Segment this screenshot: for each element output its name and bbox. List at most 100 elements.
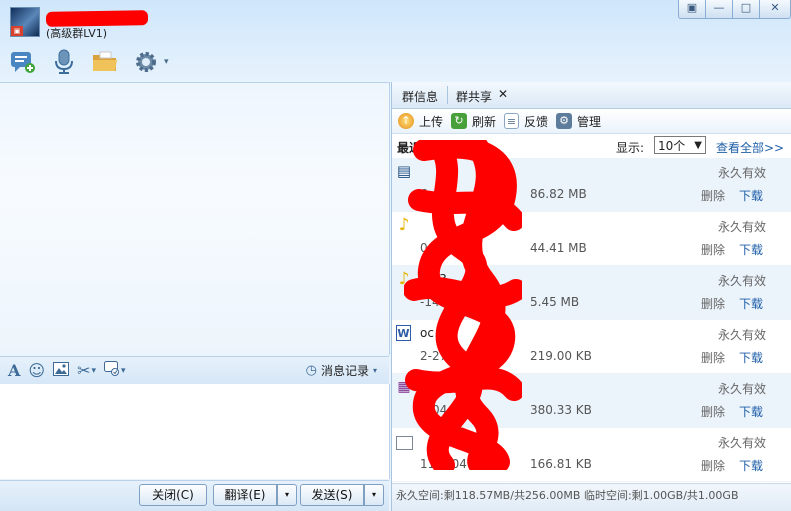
file-meta: 2-27 219.00 KB	[420, 349, 592, 363]
image-icon[interactable]	[53, 361, 70, 380]
file-date: 6	[420, 187, 428, 201]
maximize-button[interactable]: □	[732, 0, 760, 19]
file-size: 166.81 KB	[530, 457, 592, 471]
font-icon[interactable]: A	[8, 361, 20, 380]
delete-link[interactable]: 删除	[701, 295, 725, 312]
delete-link[interactable]: 删除	[701, 403, 725, 420]
display-count-label: 显示:	[616, 141, 645, 155]
upload-icon: ↑	[398, 113, 414, 129]
screen-capture-icon[interactable]	[104, 361, 120, 380]
microphone-icon[interactable]	[47, 47, 81, 77]
display-count-value: 10个	[658, 139, 686, 153]
translate-button[interactable]: 翻译(E)	[213, 484, 277, 506]
gear-icon[interactable]	[129, 47, 163, 77]
file-row[interactable]: ▦ ar 2-04 380.33 KB 永久有效 删除 下载	[392, 374, 791, 428]
close-window-button[interactable]: ✕	[759, 0, 791, 19]
settings-caret-icon[interactable]: ▾	[164, 57, 169, 67]
delete-link[interactable]: 删除	[701, 457, 725, 474]
music-file-icon: ♪	[398, 215, 410, 235]
refresh-icon: ↻	[451, 113, 468, 129]
bottom-action-bar: 关闭(C) 翻译(E) ▾ 发送(S) ▾	[0, 480, 389, 511]
file-date: 2-04	[420, 403, 448, 417]
download-link[interactable]: 下载	[739, 241, 763, 258]
file-meta: 2-04 380.33 KB	[420, 403, 592, 417]
file-name[interactable]: ar	[420, 380, 432, 394]
upload-button[interactable]: ↑ 上传	[398, 113, 443, 130]
scissors-icon[interactable]: ✂	[77, 361, 90, 380]
input-toolbar: A ☺ ✂ ▾ ▾ ◷ 消息记录 ▾	[0, 356, 389, 385]
display-count-select[interactable]: 10个 ▼	[654, 136, 706, 154]
send-button[interactable]: 发送(S)	[300, 484, 364, 506]
chat-add-icon[interactable]	[6, 47, 40, 77]
delete-link[interactable]: 删除	[701, 187, 725, 204]
storage-status-bar: 永久空间:剩118.57MB/共256.00MB 临时空间:剩1.00GB/共1…	[392, 483, 791, 511]
clock-icon: ◷	[305, 363, 317, 378]
download-link[interactable]: 下载	[739, 187, 763, 204]
blank-file-icon	[396, 436, 413, 450]
feedback-button[interactable]: ≡ 反馈	[504, 113, 548, 130]
file-name[interactable]: mp3	[420, 272, 447, 286]
file-size: 219.00 KB	[530, 349, 592, 363]
manage-icon: ⚙	[556, 113, 573, 129]
window-controls: ▣ — □ ✕	[678, 0, 791, 20]
feedback-label: 反馈	[524, 114, 549, 129]
recent-files-title: 最近上传的文件	[397, 141, 482, 155]
file-row[interactable]: ▤ 6 86.82 MB 永久有效 删除 下载	[392, 158, 791, 212]
file-size: 44.41 MB	[530, 241, 587, 255]
message-display-area[interactable]	[0, 82, 390, 355]
close-button[interactable]: 关闭(C)	[139, 484, 207, 506]
history-caret-icon: ▾	[372, 366, 377, 375]
file-meta: -14 5.45 MB	[420, 295, 579, 309]
file-validity: 永久有效	[717, 274, 766, 288]
manage-button[interactable]: ⚙ 管理	[556, 113, 601, 130]
file-date: 06	[420, 241, 436, 255]
scissors-caret-icon[interactable]: ▾	[92, 366, 97, 376]
file-row[interactable]: W oc 2-27 219.00 KB 永久有效 删除 下载	[392, 320, 791, 374]
rar-file-icon: ▦	[397, 379, 411, 395]
send-dropdown-button[interactable]: ▾	[364, 484, 384, 506]
tab-divider	[447, 86, 448, 104]
file-date: 11-2-04	[420, 457, 467, 471]
file-validity: 永久有效	[717, 220, 766, 234]
download-link[interactable]: 下载	[739, 403, 763, 420]
group-avatar[interactable]: ▣	[10, 7, 40, 37]
file-validity: 永久有效	[717, 166, 766, 180]
file-row[interactable]: ♪ 06 44.41 MB 永久有效 删除 下载	[392, 212, 791, 266]
delete-link[interactable]: 删除	[701, 349, 725, 366]
folder-share-icon[interactable]	[88, 47, 122, 77]
file-validity: 永久有效	[717, 328, 766, 342]
restore-button[interactable]: ▣	[678, 0, 706, 19]
tab-group-share[interactable]: 群共享	[456, 88, 492, 105]
view-all-link[interactable]: 查看全部>>	[716, 139, 784, 156]
file-list-header: 最近上传的文件 显示: 10个 ▼ 查看全部>>	[392, 134, 791, 158]
message-input-area[interactable]	[0, 384, 390, 479]
file-row[interactable]: ♪ mp3 -14 5.45 MB 永久有效 删除 下载	[392, 266, 791, 320]
title-bar[interactable]: ▣ (高级群LV1) ▣ — □ ✕	[0, 0, 791, 44]
emoji-icon[interactable]: ☺	[28, 361, 45, 380]
group-share-panel: 群信息 群共享 ✕ ↑ 上传 ↻ 刷新 ≡ 反馈 ⚙ 管理 最近上传的文件 显示: 10…	[391, 82, 791, 511]
message-history-button[interactable]: ◷ 消息记录 ▾	[306, 362, 377, 379]
download-link[interactable]: 下载	[739, 457, 763, 474]
refresh-button[interactable]: ↻ 刷新	[451, 113, 496, 130]
message-history-label: 消息记录	[320, 364, 369, 378]
minimize-button[interactable]: —	[705, 0, 733, 19]
capture-caret-icon[interactable]: ▾	[121, 366, 126, 376]
close-tab-icon[interactable]: ✕	[498, 87, 508, 101]
group-level-label: (高级群LV1)	[46, 27, 108, 40]
file-meta: 11-2-04 166.81 KB	[420, 457, 592, 471]
file-name[interactable]: oc	[420, 326, 434, 340]
file-validity: 永久有效	[717, 436, 766, 450]
download-link[interactable]: 下载	[739, 295, 763, 312]
word-file-icon: W	[396, 325, 411, 341]
translate-dropdown-button[interactable]: ▾	[277, 484, 297, 506]
file-size: 5.45 MB	[530, 295, 580, 309]
file-size: 380.33 KB	[530, 403, 592, 417]
file-date: -14	[420, 295, 440, 309]
music-file-icon: ♪	[398, 269, 410, 289]
file-row[interactable]: 11-2-04 166.81 KB 永久有效 删除 下载	[392, 428, 791, 482]
download-link[interactable]: 下载	[739, 349, 763, 366]
delete-link[interactable]: 删除	[701, 241, 725, 258]
file-meta: 06 44.41 MB	[420, 241, 587, 255]
tab-group-info[interactable]: 群信息	[402, 88, 438, 105]
refresh-label: 刷新	[472, 114, 497, 129]
